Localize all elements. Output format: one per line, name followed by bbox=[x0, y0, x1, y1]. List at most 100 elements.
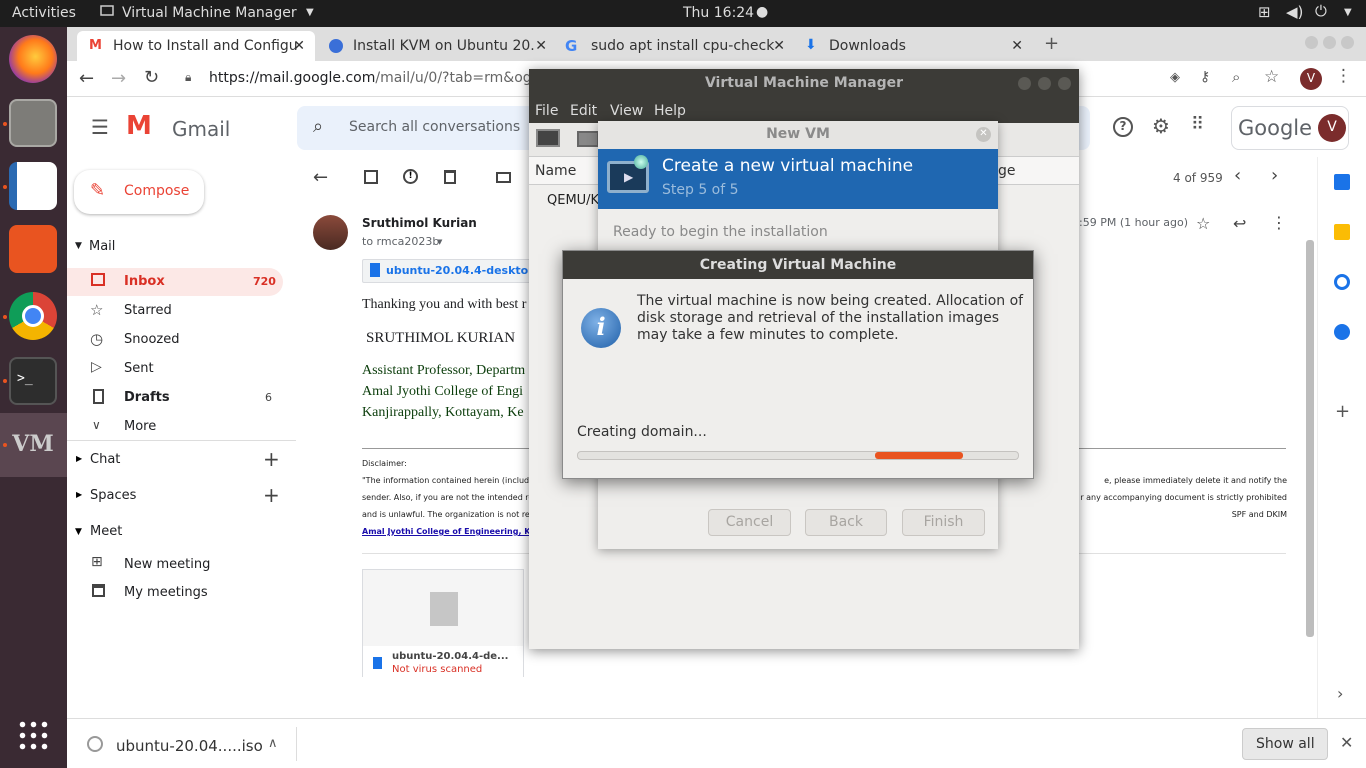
vmm-titlebar[interactable]: Virtual Machine Manager bbox=[529, 69, 1079, 99]
trash-icon[interactable] bbox=[444, 170, 456, 184]
cancel-button[interactable]: Cancel bbox=[708, 509, 791, 536]
dialog-titlebar[interactable]: Creating Virtual Machine bbox=[563, 251, 1033, 279]
chevron-down-icon[interactable]: ▼ bbox=[75, 527, 82, 537]
menu-file[interactable]: File bbox=[535, 103, 558, 119]
minimize-icon[interactable] bbox=[1305, 36, 1318, 49]
show-all-button[interactable]: Show all bbox=[1242, 728, 1328, 760]
maximize-icon[interactable] bbox=[1323, 36, 1336, 49]
column-name[interactable]: Name bbox=[535, 163, 576, 179]
sidebar-item-starred[interactable]: ☆ Starred bbox=[67, 297, 283, 325]
add-addon-icon[interactable]: + bbox=[1335, 401, 1350, 422]
forward-icon[interactable]: → bbox=[111, 68, 126, 89]
disclaimer-link[interactable]: Amal Jyothi College of Engineering, Ka bbox=[362, 527, 536, 536]
chat-section-label[interactable]: Chat bbox=[90, 452, 120, 467]
prev-icon[interactable]: ‹ bbox=[1234, 165, 1241, 186]
compose-button[interactable]: ✎ Compose bbox=[74, 170, 204, 214]
chevron-down-icon[interactable]: ▼ bbox=[75, 241, 82, 251]
scrollbar[interactable] bbox=[1306, 240, 1314, 637]
software-icon[interactable] bbox=[9, 225, 57, 273]
help-icon[interactable]: ? bbox=[1113, 117, 1133, 137]
google-account-chip[interactable]: Google V bbox=[1231, 106, 1349, 150]
menu-edit[interactable]: Edit bbox=[570, 103, 597, 119]
sidebar-item-snoozed[interactable]: ◷ Snoozed bbox=[67, 326, 283, 354]
chevron-right-icon[interactable]: ▶ bbox=[76, 490, 82, 499]
new-vm-icon[interactable] bbox=[536, 129, 560, 147]
tab-gmail[interactable]: M How to Install and Configu ✕ bbox=[77, 31, 315, 61]
my-meetings-item[interactable]: My meetings bbox=[67, 579, 283, 605]
app-menu[interactable]: Virtual Machine Manager bbox=[122, 5, 297, 21]
sidebar-item-drafts[interactable]: Drafts 6 bbox=[67, 384, 283, 412]
sender-name[interactable]: Sruthimol Kurian bbox=[362, 216, 477, 230]
back-button[interactable]: Back bbox=[805, 509, 887, 536]
open-console-icon[interactable] bbox=[577, 131, 599, 147]
more-vert-icon[interactable]: ⋮ bbox=[1271, 213, 1287, 232]
maximize-icon[interactable] bbox=[1038, 77, 1051, 90]
archive-icon[interactable] bbox=[364, 170, 378, 184]
new-tab-icon[interactable]: + bbox=[1044, 33, 1059, 54]
tab-kvm[interactable]: Install KVM on Ubuntu 20. ✕ bbox=[317, 31, 553, 61]
star-icon[interactable]: ☆ bbox=[1196, 214, 1210, 233]
keep-icon[interactable] bbox=[1334, 224, 1350, 240]
reload-icon[interactable]: ↻ bbox=[144, 67, 159, 88]
hamburger-icon[interactable]: ☰ bbox=[91, 115, 109, 139]
network-icon[interactable]: ⊞ bbox=[1258, 3, 1271, 21]
chrome-icon[interactable] bbox=[9, 292, 57, 340]
terminal-icon[interactable]: >_ bbox=[9, 357, 57, 405]
spaces-section-label[interactable]: Spaces bbox=[90, 488, 136, 503]
close-icon[interactable]: ✕ bbox=[773, 38, 785, 54]
recipient[interactable]: to rmca2023b bbox=[362, 235, 439, 248]
address-bar[interactable]: https://mail.google.com/mail/u/0/?tab=rm… bbox=[209, 70, 569, 86]
star-icon[interactable]: ☆ bbox=[1264, 67, 1279, 87]
reply-icon[interactable]: ↩ bbox=[1233, 214, 1246, 233]
menu-dots-icon[interactable]: ⋮ bbox=[1335, 66, 1352, 86]
search-input[interactable]: Search all conversations bbox=[349, 119, 520, 135]
activities-button[interactable]: Activities bbox=[12, 5, 76, 21]
tasks-icon[interactable] bbox=[1334, 274, 1350, 290]
attachment-chip[interactable]: ubuntu-20.04.4-desktop-ar bbox=[362, 259, 532, 283]
tab-google[interactable]: G sudo apt install cpu-check ✕ bbox=[555, 31, 791, 61]
close-icon[interactable]: ✕ bbox=[1340, 733, 1353, 752]
next-icon[interactable]: › bbox=[1271, 165, 1278, 186]
mark-unread-icon[interactable] bbox=[496, 172, 511, 183]
close-icon[interactable]: ✕ bbox=[1011, 38, 1023, 54]
new-meeting-item[interactable]: ⊞ New meeting bbox=[67, 551, 283, 577]
attachment-card[interactable]: ubuntu-20.04.4-de... Not virus scanned bbox=[362, 569, 524, 677]
back-arrow-icon[interactable]: ← bbox=[313, 167, 328, 188]
calendar-app-icon[interactable] bbox=[1334, 174, 1350, 190]
vm-list-row[interactable]: QEMU/K bbox=[547, 193, 599, 208]
menu-view[interactable]: View bbox=[610, 103, 643, 119]
sidebar-item-inbox[interactable]: Inbox 720 bbox=[67, 268, 283, 296]
clock[interactable]: Thu 16:24 bbox=[683, 5, 754, 21]
close-icon[interactable]: ✕ bbox=[535, 38, 547, 54]
add-chat-icon[interactable]: + bbox=[263, 447, 280, 471]
chevron-down-icon[interactable]: ▼ bbox=[437, 238, 442, 246]
search-icon[interactable]: ⌕ bbox=[313, 116, 323, 137]
apps-grid-icon[interactable] bbox=[17, 719, 49, 751]
close-icon[interactable]: ✕ bbox=[293, 38, 305, 54]
expand-panel-icon[interactable]: › bbox=[1337, 684, 1343, 703]
sidebar-item-more[interactable]: ∨ More bbox=[67, 413, 283, 441]
zoom-icon[interactable]: ⌕ bbox=[1232, 68, 1240, 86]
back-icon[interactable]: ← bbox=[79, 68, 94, 89]
power-icon[interactable]: ⏻ bbox=[1315, 2, 1327, 20]
contacts-icon[interactable] bbox=[1334, 324, 1350, 340]
new-vm-titlebar[interactable]: New VM ✕ bbox=[598, 121, 998, 149]
settings-icon[interactable]: ⚙ bbox=[1152, 114, 1170, 138]
files-icon[interactable] bbox=[9, 99, 57, 147]
close-icon[interactable] bbox=[1058, 77, 1071, 90]
sidebar-item-sent[interactable]: ▷ Sent bbox=[67, 355, 283, 383]
chevron-right-icon[interactable]: ▶ bbox=[76, 454, 82, 463]
volume-icon[interactable]: ◀) bbox=[1286, 3, 1303, 21]
menu-help[interactable]: Help bbox=[654, 103, 686, 119]
tab-downloads[interactable]: ⬇ Downloads ✕ bbox=[793, 31, 1029, 61]
profile-avatar[interactable]: V bbox=[1300, 68, 1322, 90]
add-space-icon[interactable]: + bbox=[263, 483, 280, 507]
report-spam-icon[interactable]: ! bbox=[403, 169, 418, 184]
apps-icon[interactable]: ⠿ bbox=[1191, 114, 1204, 135]
key-icon[interactable]: ⚷ bbox=[1200, 69, 1210, 85]
chevron-up-icon[interactable]: ∧ bbox=[268, 736, 278, 751]
download-item[interactable]: ubuntu-20.04.....iso bbox=[116, 737, 263, 755]
close-window-icon[interactable] bbox=[1341, 36, 1354, 49]
column-usage[interactable]: ge bbox=[998, 163, 1016, 179]
finish-button[interactable]: Finish bbox=[902, 509, 985, 536]
